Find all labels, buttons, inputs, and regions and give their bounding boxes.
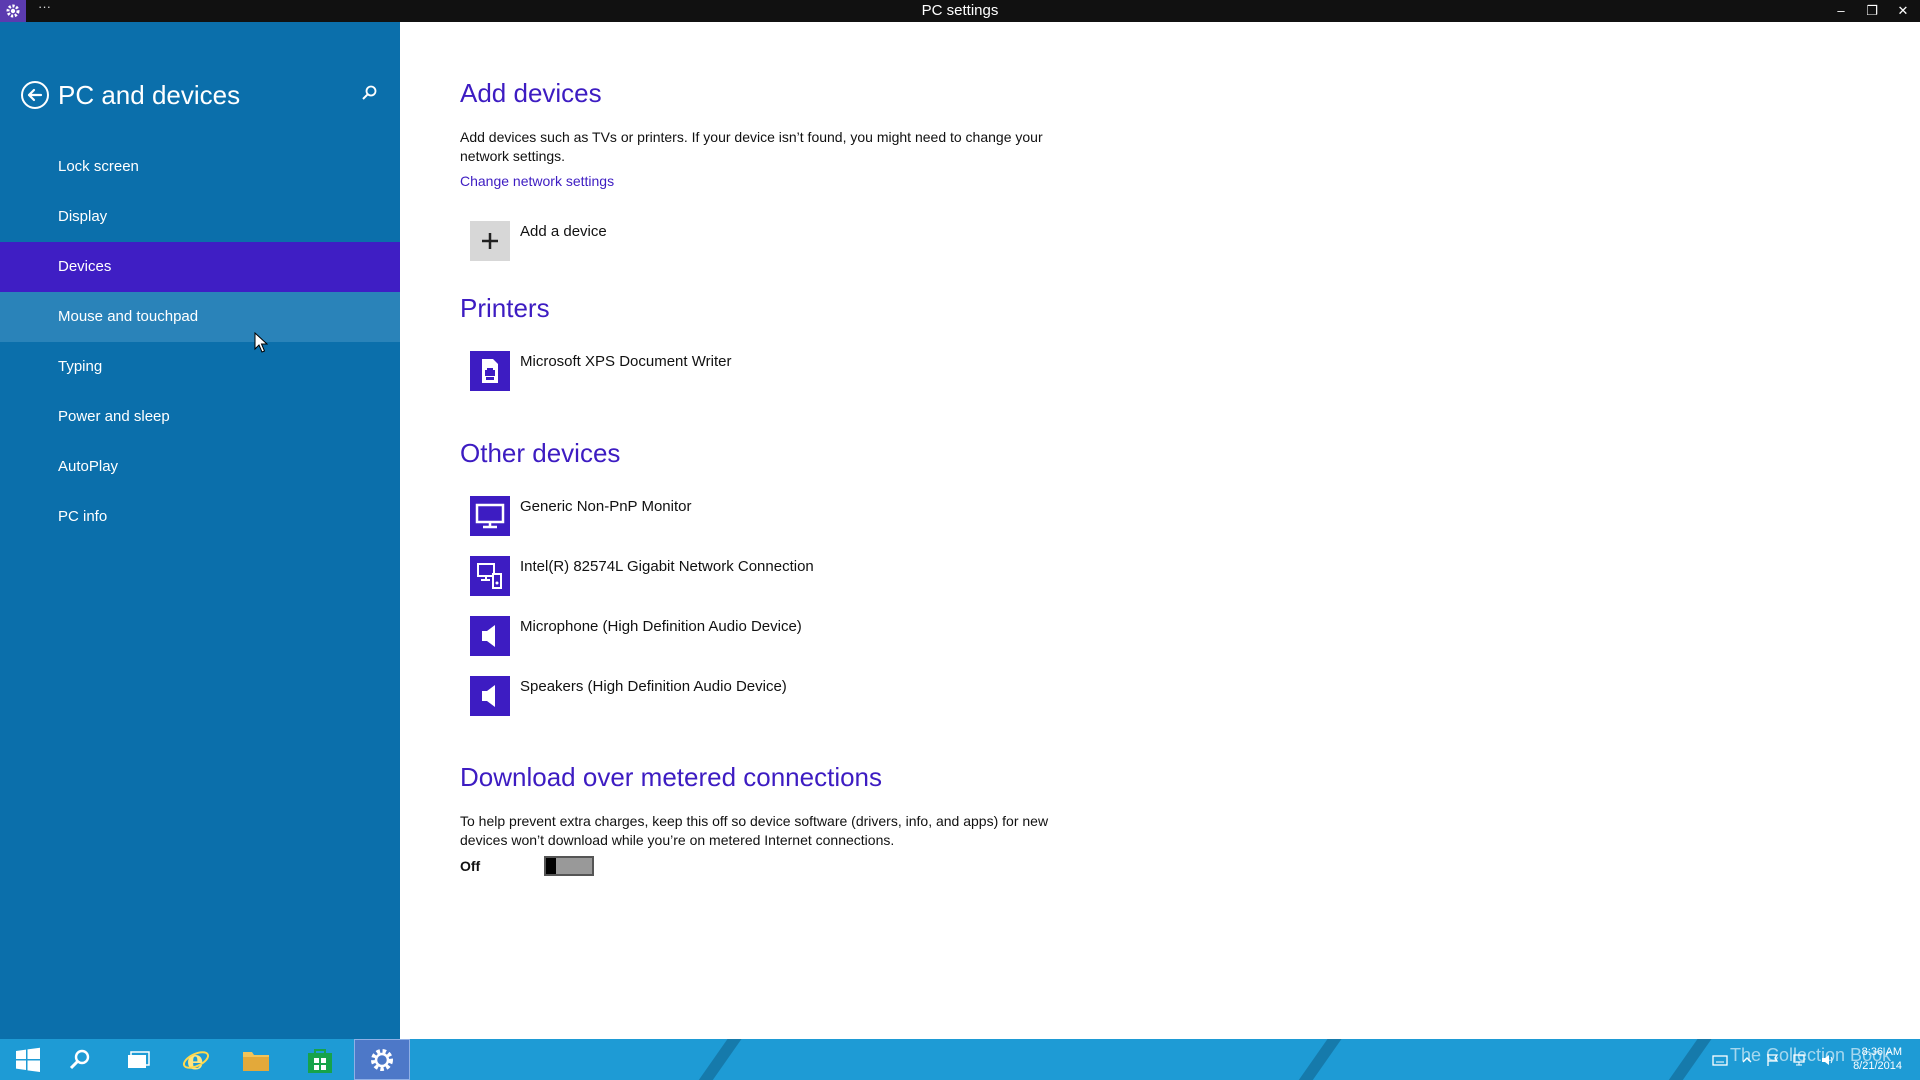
network-tray-icon[interactable] <box>1792 1053 1808 1067</box>
device-label[interactable]: Intel(R) 82574L Gigabit Network Connecti… <box>520 557 814 577</box>
device-label[interactable]: Generic Non-PnP Monitor <box>520 497 691 517</box>
sidebar-header: PC and devices <box>20 78 380 118</box>
network-icon <box>477 563 502 589</box>
metered-description: To help prevent extra charges, keep this… <box>460 813 1049 848</box>
sidebar-item-autoplay[interactable]: AutoPlay <box>0 442 400 492</box>
search-icon <box>69 1049 90 1069</box>
add-devices-heading: Add devices <box>460 78 602 108</box>
sidebar-item-devices[interactable]: Devices <box>0 242 400 292</box>
plus-icon <box>482 233 498 249</box>
windows-logo-icon <box>16 1047 40 1072</box>
device-label[interactable]: Speakers (High Definition Audio Device) <box>520 677 787 697</box>
sidebar-item-mouse-and-touchpad[interactable]: Mouse and touchpad <box>0 292 400 342</box>
decorative-stripe <box>1655 1039 1719 1080</box>
volume-icon[interactable] <box>1820 1053 1836 1067</box>
gear-icon <box>371 1048 393 1071</box>
main-content: Add devices Add devices such as TVs or p… <box>400 22 1920 1039</box>
metered-toggle-label: Off <box>460 858 481 874</box>
chevron-up-icon[interactable] <box>1742 1055 1752 1065</box>
printer-icon <box>482 359 498 383</box>
clock[interactable]: 8:36 AM 8/21/2014 <box>1853 1045 1902 1073</box>
internet-explorer-icon: e <box>182 1046 210 1075</box>
flag-icon[interactable] <box>1766 1053 1780 1067</box>
clock-time: 8:36 AM <box>1861 1046 1902 1058</box>
search-icon[interactable] <box>360 84 380 104</box>
keyboard-icon[interactable] <box>1712 1053 1728 1067</box>
sidebar: PC and devices Lock screen Display Devic… <box>0 22 400 1039</box>
speakers-tile[interactable] <box>470 676 510 716</box>
folder-icon <box>243 1051 269 1071</box>
title-bar: ··· PC settings – ❐ ✕ <box>0 0 1920 22</box>
store-button[interactable] <box>292 1039 348 1080</box>
toggle-knob[interactable] <box>546 858 556 874</box>
sidebar-item-lock-screen[interactable]: Lock screen <box>0 142 400 192</box>
mouse-cursor-icon <box>254 332 268 353</box>
network-tile[interactable] <box>470 556 510 596</box>
start-button[interactable] <box>0 1039 56 1080</box>
internet-explorer-button[interactable]: e <box>168 1039 224 1080</box>
back-button[interactable] <box>20 80 50 110</box>
window-title: PC settings <box>921 2 999 19</box>
store-icon <box>308 1048 332 1073</box>
printers-heading: Printers <box>460 293 550 323</box>
speaker-icon <box>482 685 495 707</box>
speaker-icon <box>482 625 495 647</box>
add-device-button[interactable] <box>470 221 510 261</box>
monitor-icon <box>475 503 505 529</box>
device-label[interactable]: Microphone (High Definition Audio Device… <box>520 617 802 637</box>
task-view-icon <box>128 1050 150 1068</box>
sidebar-item-power-and-sleep[interactable]: Power and sleep <box>0 392 400 442</box>
metered-heading: Download over metered connections <box>460 762 883 792</box>
sidebar-title: PC and devices <box>58 80 241 110</box>
taskbar-search-button[interactable] <box>52 1039 108 1080</box>
metered-toggle[interactable] <box>544 856 594 876</box>
minimize-button[interactable]: – <box>1826 0 1856 22</box>
microphone-tile[interactable] <box>470 616 510 656</box>
other-devices-heading: Other devices <box>460 438 621 468</box>
sidebar-item-typing[interactable]: Typing <box>0 342 400 392</box>
printer-tile[interactable] <box>470 351 510 391</box>
add-devices-description: Add devices such as TVs or printers. If … <box>460 129 1043 164</box>
svg-text:e: e <box>187 1046 204 1075</box>
close-button[interactable]: ✕ <box>1888 0 1918 22</box>
add-device-label[interactable]: Add a device <box>520 222 607 242</box>
back-arrow-icon <box>21 81 49 109</box>
monitor-tile[interactable] <box>470 496 510 536</box>
taskbar: e The Collection Book 8:36 AM 8/21/2014 <box>0 1039 1920 1080</box>
decorative-stripe <box>1285 1039 1349 1080</box>
clock-date: 8/21/2014 <box>1853 1060 1902 1072</box>
system-tray <box>1712 1039 1836 1080</box>
pc-settings-taskbar-button[interactable] <box>354 1039 410 1080</box>
change-network-settings-link[interactable]: Change network settings <box>460 173 614 189</box>
printer-label[interactable]: Microsoft XPS Document Writer <box>520 352 731 372</box>
file-explorer-button[interactable] <box>228 1039 284 1080</box>
decorative-stripe <box>685 1039 749 1080</box>
task-view-button[interactable] <box>110 1039 166 1080</box>
sidebar-item-display[interactable]: Display <box>0 192 400 242</box>
sidebar-item-pc-info[interactable]: PC info <box>0 492 400 542</box>
restore-button[interactable]: ❐ <box>1857 0 1887 22</box>
